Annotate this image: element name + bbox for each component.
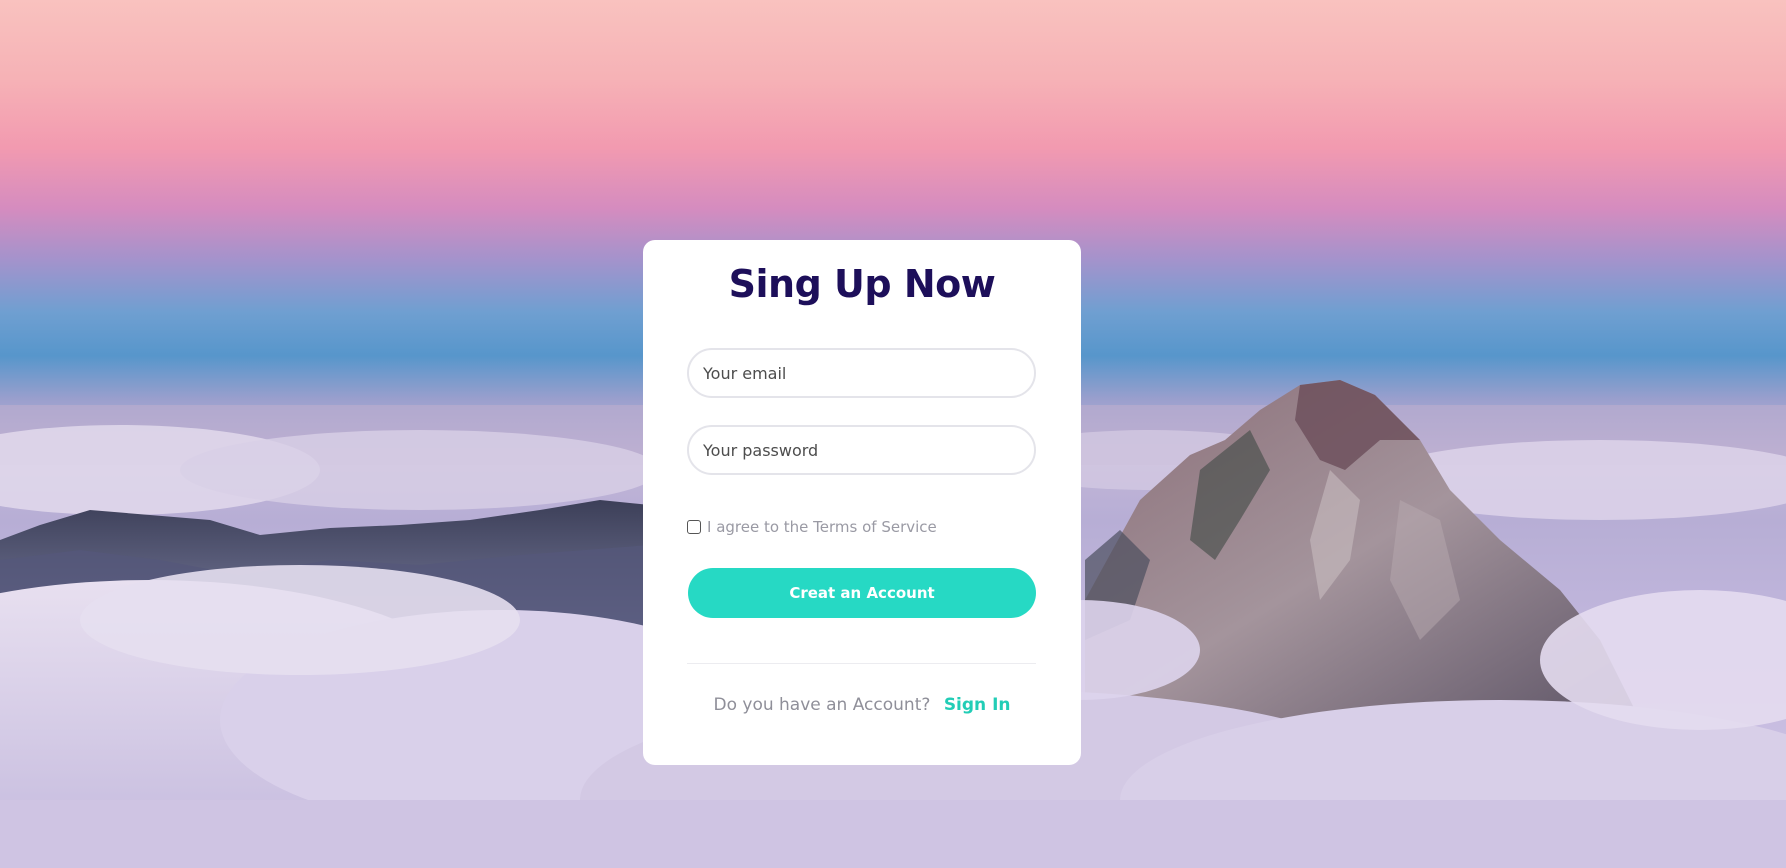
signin-link[interactable]: Sign In: [944, 695, 1011, 715]
signin-prompt: Do you have an Account? Sign In: [643, 695, 1081, 715]
divider: [687, 663, 1036, 664]
signup-card: Sing Up Now I agree to the Terms of Serv…: [643, 240, 1081, 765]
create-account-button[interactable]: Creat an Account: [688, 568, 1036, 618]
terms-checkbox[interactable]: [687, 520, 701, 534]
terms-row[interactable]: I agree to the Terms of Service: [687, 518, 937, 536]
terms-label[interactable]: I agree to the Terms of Service: [707, 518, 937, 536]
form-title: Sing Up Now: [728, 262, 996, 306]
signin-prompt-text: Do you have an Account?: [713, 695, 931, 715]
password-input[interactable]: [687, 425, 1036, 475]
signup-page: Sing Up Now I agree to the Terms of Serv…: [0, 0, 1786, 868]
email-input[interactable]: [687, 348, 1036, 398]
